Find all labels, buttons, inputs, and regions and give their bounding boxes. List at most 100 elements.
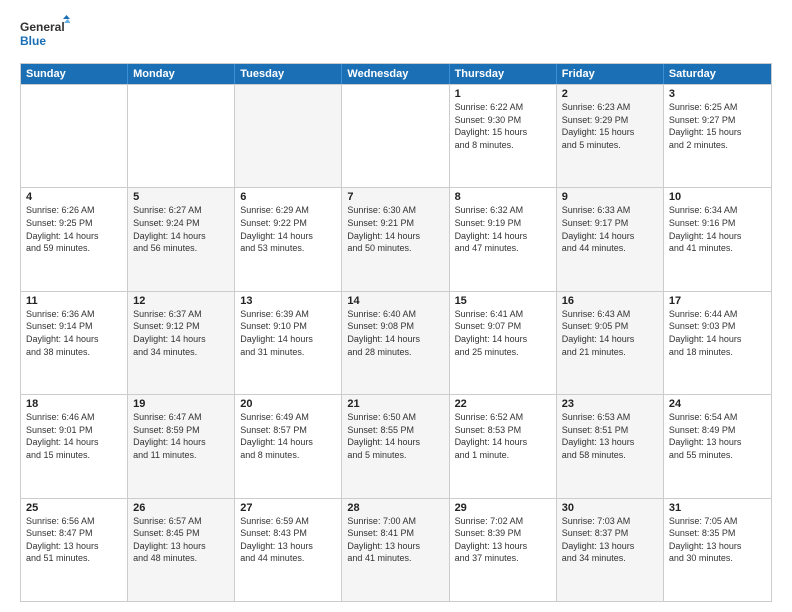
calendar: SundayMondayTuesdayWednesdayThursdayFrid…: [20, 63, 772, 602]
day-number: 25: [26, 502, 122, 514]
day-number: 24: [669, 398, 766, 410]
day-number: 18: [26, 398, 122, 410]
day-info: Sunrise: 6:40 AMSunset: 9:08 PMDaylight:…: [347, 308, 443, 358]
day-info: Sunrise: 6:26 AMSunset: 9:25 PMDaylight:…: [26, 204, 122, 254]
calendar-cell: [235, 85, 342, 187]
calendar-cell: 9Sunrise: 6:33 AMSunset: 9:17 PMDaylight…: [557, 188, 664, 290]
day-number: 28: [347, 502, 443, 514]
calendar-cell: 20Sunrise: 6:49 AMSunset: 8:57 PMDayligh…: [235, 395, 342, 497]
day-info: Sunrise: 7:03 AMSunset: 8:37 PMDaylight:…: [562, 515, 658, 565]
day-info: Sunrise: 6:32 AMSunset: 9:19 PMDaylight:…: [455, 204, 551, 254]
calendar-cell: 1Sunrise: 6:22 AMSunset: 9:30 PMDaylight…: [450, 85, 557, 187]
calendar-cell: 19Sunrise: 6:47 AMSunset: 8:59 PMDayligh…: [128, 395, 235, 497]
day-info: Sunrise: 6:44 AMSunset: 9:03 PMDaylight:…: [669, 308, 766, 358]
weekday-header-thursday: Thursday: [450, 64, 557, 84]
day-number: 27: [240, 502, 336, 514]
calendar-cell: 8Sunrise: 6:32 AMSunset: 9:19 PMDaylight…: [450, 188, 557, 290]
day-info: Sunrise: 7:00 AMSunset: 8:41 PMDaylight:…: [347, 515, 443, 565]
day-number: 21: [347, 398, 443, 410]
weekday-header-sunday: Sunday: [21, 64, 128, 84]
day-number: 16: [562, 295, 658, 307]
calendar-cell: 13Sunrise: 6:39 AMSunset: 9:10 PMDayligh…: [235, 292, 342, 394]
day-number: 26: [133, 502, 229, 514]
day-info: Sunrise: 6:49 AMSunset: 8:57 PMDaylight:…: [240, 411, 336, 461]
header: General Blue: [20, 15, 772, 55]
calendar-cell: 30Sunrise: 7:03 AMSunset: 8:37 PMDayligh…: [557, 499, 664, 601]
day-number: 19: [133, 398, 229, 410]
calendar-cell: 22Sunrise: 6:52 AMSunset: 8:53 PMDayligh…: [450, 395, 557, 497]
logo: General Blue: [20, 15, 70, 55]
day-number: 8: [455, 191, 551, 203]
calendar-cell: [342, 85, 449, 187]
calendar-row-3: 11Sunrise: 6:36 AMSunset: 9:14 PMDayligh…: [21, 291, 771, 394]
day-number: 11: [26, 295, 122, 307]
day-info: Sunrise: 6:50 AMSunset: 8:55 PMDaylight:…: [347, 411, 443, 461]
day-number: 4: [26, 191, 122, 203]
day-number: 5: [133, 191, 229, 203]
day-info: Sunrise: 6:57 AMSunset: 8:45 PMDaylight:…: [133, 515, 229, 565]
calendar-body: 1Sunrise: 6:22 AMSunset: 9:30 PMDaylight…: [21, 84, 771, 601]
weekday-header-friday: Friday: [557, 64, 664, 84]
calendar-cell: 6Sunrise: 6:29 AMSunset: 9:22 PMDaylight…: [235, 188, 342, 290]
weekday-header-monday: Monday: [128, 64, 235, 84]
day-info: Sunrise: 6:39 AMSunset: 9:10 PMDaylight:…: [240, 308, 336, 358]
day-info: Sunrise: 6:56 AMSunset: 8:47 PMDaylight:…: [26, 515, 122, 565]
day-info: Sunrise: 6:29 AMSunset: 9:22 PMDaylight:…: [240, 204, 336, 254]
day-info: Sunrise: 6:59 AMSunset: 8:43 PMDaylight:…: [240, 515, 336, 565]
calendar-row-5: 25Sunrise: 6:56 AMSunset: 8:47 PMDayligh…: [21, 498, 771, 601]
day-info: Sunrise: 6:52 AMSunset: 8:53 PMDaylight:…: [455, 411, 551, 461]
day-number: 17: [669, 295, 766, 307]
calendar-cell: 21Sunrise: 6:50 AMSunset: 8:55 PMDayligh…: [342, 395, 449, 497]
day-info: Sunrise: 6:27 AMSunset: 9:24 PMDaylight:…: [133, 204, 229, 254]
calendar-row-4: 18Sunrise: 6:46 AMSunset: 9:01 PMDayligh…: [21, 394, 771, 497]
day-info: Sunrise: 6:37 AMSunset: 9:12 PMDaylight:…: [133, 308, 229, 358]
calendar-cell: 17Sunrise: 6:44 AMSunset: 9:03 PMDayligh…: [664, 292, 771, 394]
day-info: Sunrise: 6:23 AMSunset: 9:29 PMDaylight:…: [562, 101, 658, 151]
day-number: 31: [669, 502, 766, 514]
calendar-cell: 14Sunrise: 6:40 AMSunset: 9:08 PMDayligh…: [342, 292, 449, 394]
calendar-cell: 3Sunrise: 6:25 AMSunset: 9:27 PMDaylight…: [664, 85, 771, 187]
calendar-row-2: 4Sunrise: 6:26 AMSunset: 9:25 PMDaylight…: [21, 187, 771, 290]
calendar-cell: 28Sunrise: 7:00 AMSunset: 8:41 PMDayligh…: [342, 499, 449, 601]
day-number: 30: [562, 502, 658, 514]
day-info: Sunrise: 6:33 AMSunset: 9:17 PMDaylight:…: [562, 204, 658, 254]
calendar-cell: 29Sunrise: 7:02 AMSunset: 8:39 PMDayligh…: [450, 499, 557, 601]
calendar-row-1: 1Sunrise: 6:22 AMSunset: 9:30 PMDaylight…: [21, 84, 771, 187]
day-info: Sunrise: 6:36 AMSunset: 9:14 PMDaylight:…: [26, 308, 122, 358]
calendar-cell: 16Sunrise: 6:43 AMSunset: 9:05 PMDayligh…: [557, 292, 664, 394]
day-number: 3: [669, 88, 766, 100]
day-number: 10: [669, 191, 766, 203]
calendar-cell: 15Sunrise: 6:41 AMSunset: 9:07 PMDayligh…: [450, 292, 557, 394]
day-info: Sunrise: 6:30 AMSunset: 9:21 PMDaylight:…: [347, 204, 443, 254]
day-number: 20: [240, 398, 336, 410]
day-number: 14: [347, 295, 443, 307]
calendar-cell: [128, 85, 235, 187]
day-info: Sunrise: 6:22 AMSunset: 9:30 PMDaylight:…: [455, 101, 551, 151]
day-info: Sunrise: 6:53 AMSunset: 8:51 PMDaylight:…: [562, 411, 658, 461]
day-number: 12: [133, 295, 229, 307]
day-number: 6: [240, 191, 336, 203]
day-number: 1: [455, 88, 551, 100]
page: General Blue SundayMondayTuesdayWednesda…: [0, 0, 792, 612]
day-number: 9: [562, 191, 658, 203]
calendar-cell: 12Sunrise: 6:37 AMSunset: 9:12 PMDayligh…: [128, 292, 235, 394]
calendar-cell: 23Sunrise: 6:53 AMSunset: 8:51 PMDayligh…: [557, 395, 664, 497]
day-number: 22: [455, 398, 551, 410]
calendar-cell: 10Sunrise: 6:34 AMSunset: 9:16 PMDayligh…: [664, 188, 771, 290]
calendar-cell: [21, 85, 128, 187]
weekday-header-wednesday: Wednesday: [342, 64, 449, 84]
day-info: Sunrise: 7:05 AMSunset: 8:35 PMDaylight:…: [669, 515, 766, 565]
calendar-cell: 24Sunrise: 6:54 AMSunset: 8:49 PMDayligh…: [664, 395, 771, 497]
calendar-cell: 5Sunrise: 6:27 AMSunset: 9:24 PMDaylight…: [128, 188, 235, 290]
calendar-cell: 7Sunrise: 6:30 AMSunset: 9:21 PMDaylight…: [342, 188, 449, 290]
calendar-cell: 2Sunrise: 6:23 AMSunset: 9:29 PMDaylight…: [557, 85, 664, 187]
logo-svg: General Blue: [20, 15, 70, 55]
calendar-cell: 25Sunrise: 6:56 AMSunset: 8:47 PMDayligh…: [21, 499, 128, 601]
day-info: Sunrise: 6:46 AMSunset: 9:01 PMDaylight:…: [26, 411, 122, 461]
day-number: 23: [562, 398, 658, 410]
calendar-cell: 27Sunrise: 6:59 AMSunset: 8:43 PMDayligh…: [235, 499, 342, 601]
day-number: 13: [240, 295, 336, 307]
day-number: 2: [562, 88, 658, 100]
weekday-header-saturday: Saturday: [664, 64, 771, 84]
calendar-header: SundayMondayTuesdayWednesdayThursdayFrid…: [21, 64, 771, 84]
